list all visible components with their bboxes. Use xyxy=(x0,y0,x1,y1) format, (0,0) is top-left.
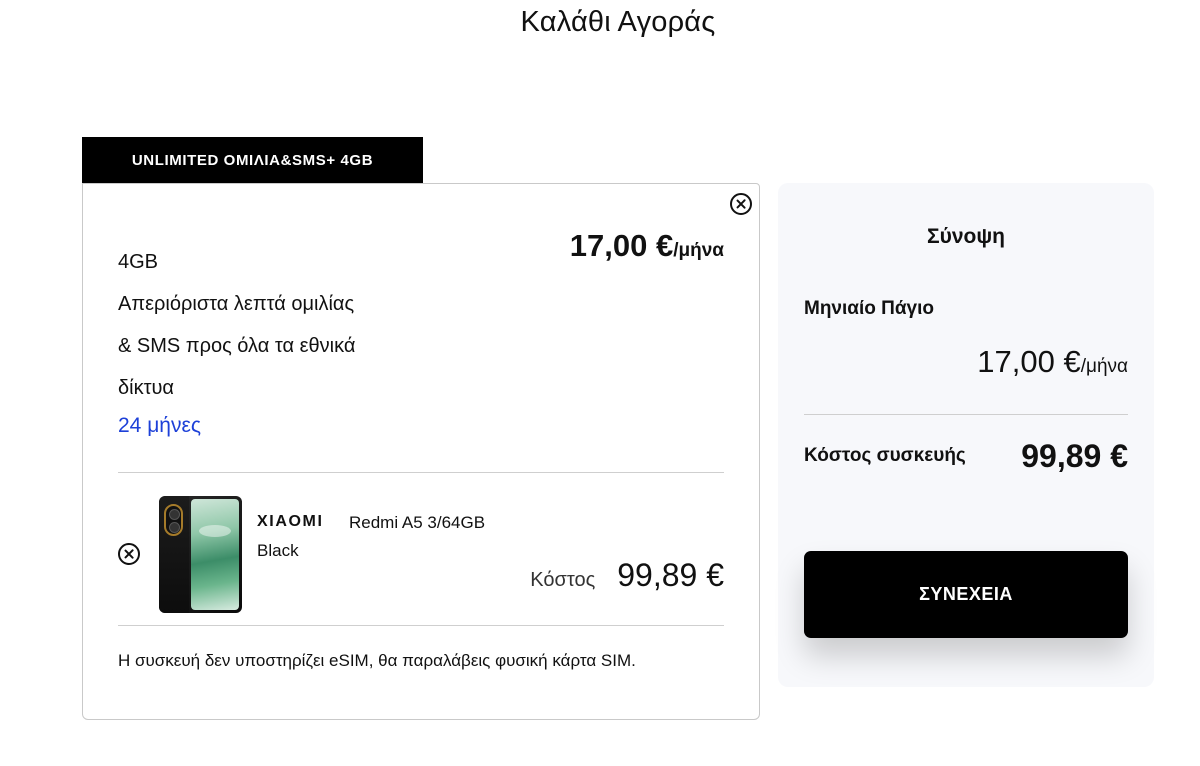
device-model: Redmi A5 3/64GB xyxy=(349,513,486,532)
close-circle-icon xyxy=(736,199,746,209)
device-brand: XIAOMI xyxy=(257,513,324,530)
plan-feature: & SMS προς όλα τα εθνικά xyxy=(118,335,356,357)
device-cost-value: 99,89 € xyxy=(617,557,724,593)
remove-plan-button[interactable] xyxy=(730,193,752,215)
device-cost-label: Κόστος xyxy=(530,569,596,591)
summary-device-cost-label: Κόστος συσκευής xyxy=(804,445,966,466)
cart-item-card: 4GB Απεριόριστα λεπτά ομιλίας & SMS προς… xyxy=(82,183,760,720)
esim-note: Η συσκευή δεν υποστηρίζει eSIM, θα παραλ… xyxy=(118,651,636,670)
monthly-fee-price: 17,00 €/μήνα xyxy=(977,344,1128,380)
close-circle-icon xyxy=(124,549,134,559)
divider xyxy=(118,472,724,473)
plan-price: 17,00 €/μήνα xyxy=(570,228,724,264)
plan-tag: UNLIMITED ΟΜΙΛΙΑ&SMS+ 4GB xyxy=(82,137,423,183)
device-image xyxy=(159,496,242,613)
summary-device-cost-value: 99,89 € xyxy=(1021,438,1128,474)
divider xyxy=(118,625,724,626)
plan-duration-link[interactable]: 24 μήνες xyxy=(118,414,201,438)
summary-title: Σύνοψη xyxy=(927,225,1005,248)
continue-button[interactable]: ΣΥΝΕΧΕΙΑ xyxy=(804,551,1128,638)
camera-module xyxy=(164,504,183,536)
divider xyxy=(804,414,1128,415)
monthly-fee-period: /μήνα xyxy=(1080,356,1128,377)
phone-screen xyxy=(191,499,239,610)
plan-feature: δίκτυα xyxy=(118,377,174,399)
plan-features: 4GB Απεριόριστα λεπτά ομιλίας & SMS προς… xyxy=(118,241,418,409)
remove-device-button[interactable] xyxy=(118,543,140,565)
plan-feature: 4GB xyxy=(118,251,159,273)
page-title: Καλάθι Αγοράς xyxy=(520,6,716,38)
order-summary: Σύνοψη Μηνιαίο Πάγιο 17,00 €/μήνα Κόστος… xyxy=(778,183,1154,687)
plan-price-period: /μήνα xyxy=(673,240,724,261)
plan-feature: Απεριόριστα λεπτά ομιλίας xyxy=(118,293,355,315)
device-color: Black xyxy=(257,541,299,560)
plan-price-amount: 17,00 € xyxy=(569,228,674,263)
monthly-fee-label: Μηνιαίο Πάγιο xyxy=(804,298,934,319)
monthly-fee-amount: 17,00 € xyxy=(977,344,1081,379)
device-cost: Κόστος 99,89 € xyxy=(530,557,724,594)
